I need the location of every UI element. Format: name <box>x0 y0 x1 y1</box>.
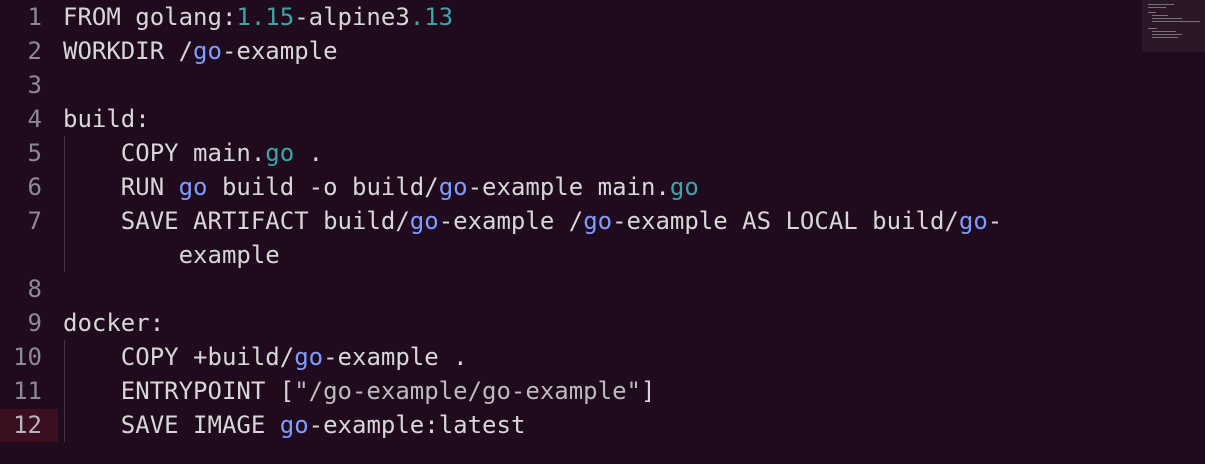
code-text: WORKDIR /go-example <box>63 34 338 68</box>
line-number: 6 <box>27 173 42 201</box>
line-number: 12 <box>13 411 42 439</box>
code-line[interactable]: 10 COPY +build/go-example . <box>0 340 1140 374</box>
minimap-line <box>1148 28 1157 29</box>
code-token: docker: <box>63 309 165 337</box>
code-token: go <box>669 173 699 201</box>
line-number: 10 <box>13 343 42 371</box>
minimap-line <box>1152 18 1182 19</box>
code-text: SAVE IMAGE go-example:latest <box>63 408 526 442</box>
code-text: COPY +build/go-example . <box>63 340 468 374</box>
code-token: 1.15 <box>236 3 295 31</box>
line-number: 9 <box>27 309 42 337</box>
code-line[interactable]: 9 docker: <box>0 306 1140 340</box>
code-line[interactable]: example <box>0 238 1140 272</box>
code-token: build: <box>63 105 150 133</box>
code-line[interactable]: 1 FROM golang:1.15-alpine3.13 <box>0 0 1140 34</box>
code-token: RUN <box>63 173 179 201</box>
code-token: FROM golang: <box>63 3 237 31</box>
code-text: SAVE ARTIFACT build/go-example /go-examp… <box>63 204 1002 238</box>
code-token: "/go-example/go-example" <box>294 377 641 405</box>
code-token: COPY main. <box>63 139 266 167</box>
code-token: build -o build/ <box>207 173 439 201</box>
code-token: go <box>583 207 613 235</box>
code-token: ] <box>640 377 656 405</box>
code-line[interactable]: 12 SAVE IMAGE go-example:latest <box>0 408 1140 442</box>
code-token: COPY +build/ <box>63 343 295 371</box>
code-token: -example <box>221 37 338 65</box>
code-text: build: <box>63 102 150 136</box>
minimap-line <box>1152 37 1178 38</box>
code-text: example <box>63 238 280 272</box>
code-editor[interactable]: 1 FROM golang:1.15-alpine3.13 2 WORKDIR /go… <box>0 0 1140 464</box>
line-number: 5 <box>27 139 42 167</box>
code-token: ENTRYPOINT [ <box>63 377 295 405</box>
code-text: FROM golang:1.15-alpine3.13 <box>63 0 453 34</box>
code-text: ENTRYPOINT ["/go-example/go-example"] <box>63 374 656 408</box>
code-token: -example:latest <box>308 411 526 439</box>
code-token: SAVE ARTIFACT build/ <box>63 207 410 235</box>
minimap-line <box>1148 4 1174 5</box>
line-number: 8 <box>27 275 42 303</box>
code-token: -example AS LOCAL build/ <box>612 207 959 235</box>
code-token: SAVE IMAGE <box>63 411 280 439</box>
line-number: 11 <box>13 377 42 405</box>
line-number: 1 <box>27 3 42 31</box>
code-token: go <box>294 343 324 371</box>
code-token: go <box>265 139 295 167</box>
minimap-line <box>1148 12 1156 13</box>
code-line[interactable]: 11 ENTRYPOINT ["/go-example/go-example"] <box>0 374 1140 408</box>
line-number: 4 <box>27 105 42 133</box>
code-text: RUN go build -o build/go-example main.go <box>63 170 699 204</box>
minimap-line <box>1152 15 1168 16</box>
line-number: 2 <box>27 37 42 65</box>
minimap[interactable] <box>1142 0 1205 52</box>
code-line[interactable]: 4 build: <box>0 102 1140 136</box>
code-text: docker: <box>63 306 164 340</box>
code-token: -example . <box>323 343 468 371</box>
minimap-line <box>1152 34 1182 35</box>
code-token: go <box>438 173 468 201</box>
code-line[interactable]: 5 COPY main.go . <box>0 136 1140 170</box>
code-token: -example main. <box>467 173 670 201</box>
code-token: -example / <box>438 207 584 235</box>
code-token: go <box>193 37 222 65</box>
code-token: .13 <box>409 3 454 31</box>
line-number: 7 <box>27 207 42 235</box>
code-text: COPY main.go . <box>63 136 323 170</box>
code-token: go <box>409 207 439 235</box>
code-token: WORKDIR / <box>63 37 194 65</box>
code-line[interactable]: 3 <box>0 68 1140 102</box>
code-token: go <box>178 173 208 201</box>
code-token: go <box>279 411 309 439</box>
minimap-line <box>1148 7 1166 8</box>
code-token: . <box>294 139 324 167</box>
code-line[interactable]: 6 RUN go build -o build/go-example main.… <box>0 170 1140 204</box>
line-number: 3 <box>27 71 42 99</box>
code-line[interactable]: 8 <box>0 272 1140 306</box>
code-token: go <box>958 207 988 235</box>
code-token: - <box>987 207 1003 235</box>
editor-lines: 1 FROM golang:1.15-alpine3.13 2 WORKDIR /go… <box>0 0 1140 442</box>
code-line[interactable]: 2 WORKDIR /go-example <box>0 34 1140 68</box>
code-token: example <box>63 241 280 269</box>
code-line[interactable]: 7 SAVE ARTIFACT build/go-example /go-exa… <box>0 204 1140 238</box>
code-token: -alpine3 <box>294 3 410 31</box>
minimap-line <box>1152 31 1176 32</box>
minimap-line <box>1152 21 1200 22</box>
